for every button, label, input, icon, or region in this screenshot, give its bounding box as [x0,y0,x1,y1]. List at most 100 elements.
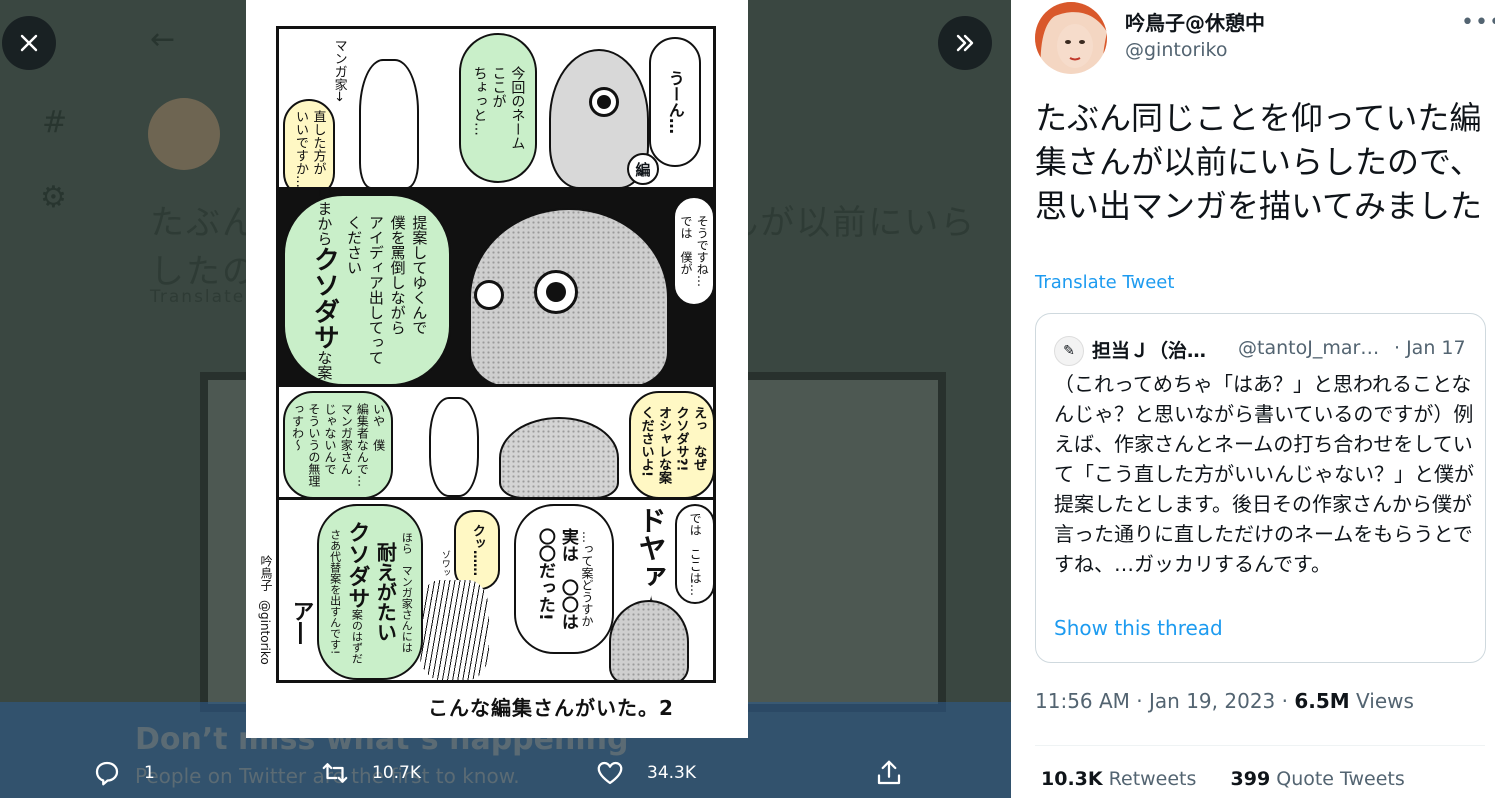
rabbit-artist-drawing [429,397,479,497]
speech-bubble: えっ なぜ クソダサ?! オシャレな案 くださいよ! [629,391,713,498]
speech-text: いや 僕 編集者なんで… マンガ家さん じゃないんで そういうの無理 っすわ～ [290,403,386,487]
retweet-count: 10.7K [372,763,421,783]
tweet-time[interactable]: 11:56 AM [1035,689,1130,713]
speech-bubble: 直した方が いいですか… [283,99,335,188]
retweet-button[interactable]: 10.7K [320,758,421,788]
credit-handle: @gintoriko [258,600,272,665]
owl-eye [534,270,578,314]
divider [1035,745,1485,746]
share-icon [877,760,901,785]
speech-text: ほら マンガ家さんには [400,531,414,653]
speech-text: 今回のネーム ここが ちょっと… [471,66,526,150]
quote-tweets-stat-label: Quote Tweets [1276,768,1405,790]
avatar-illustration [1035,2,1107,74]
quoted-avatar: ✎ [1054,336,1084,366]
speech-bubble-large: いまからクソダサな案を 提案してゆくんで 僕を罵倒しながら アイディア出してって… [283,190,451,384]
translate-tweet-link[interactable]: Translate Tweet [1035,272,1174,293]
speech-text: そうですね… では 僕が [679,215,710,287]
show-thread-link[interactable]: Show this thread [1054,616,1223,640]
reply-count: 1 [144,763,155,783]
retweets-stat[interactable]: 10.3K Retweets [1041,768,1196,790]
speech-text-emphasis: クソダサ [309,245,340,350]
media-viewer: # ⚙ ← たぶん同じことを仰っていた編集さんが以前にいらしたので Transl… [0,0,1011,798]
retweet-icon [322,763,348,783]
quote-tweets-stat[interactable]: 399 Quote Tweets [1231,768,1405,790]
owl-eye [589,87,619,117]
meta-separator: · [1136,689,1150,713]
speech-text-emphasis: クソダサ [344,520,370,609]
quoted-date: · Jan 17 [1394,337,1466,359]
display-name[interactable]: 吟鳥子@休憩中 [1125,7,1265,36]
views-count: 6.5M [1294,689,1350,713]
manga-image: うーん… 編 今回のネーム ここが ちょっと… マンガ家→ 直した方が いいです… [246,0,748,738]
speech-bubble: 実は 〇〇は 〇〇だった! …って案どうすか [514,504,614,654]
like-count: 34.3K [647,763,696,783]
shocked-artist-drawing [419,580,489,680]
meta-separator: · [1281,689,1295,713]
speech-bubble: クッ…… [454,510,500,590]
speech-text: 実は 〇〇は 〇〇だった! [534,528,578,630]
speech-text: クッ…… [469,524,485,576]
credit-name: 吟鳥子 [259,555,273,591]
reply-icon [95,761,119,786]
manga-caption: こんな編集さんがいた。2 [428,696,674,720]
speech-text: えっ なぜ クソダサ?! オシャレな案 くださいよ! [638,406,707,484]
speech-bubble: 今回のネーム ここが ちょっと… [459,33,537,183]
owl-eye [474,280,504,310]
speech-bubble: うーん… [649,37,701,167]
tweet-text: たぶん同じことを仰っていた編集さんが以前にいらしたので、思い出マンガを描いてみま… [1035,99,1483,225]
speech-bubble-large: ほら マンガ家さんには 耐えがたい クソダサ案のはずだ さあ代替案を出すんです! [317,504,423,680]
quote-tweets-stat-count: 399 [1230,768,1271,790]
gear-icon: ⚙ [40,180,67,215]
more-icon: ••• [1461,10,1495,35]
mangaka-label: マンガ家→ [331,39,347,102]
retweets-stat-count: 10.3K [1041,768,1103,790]
manga-panel-2: そうですね… では 僕が いまからクソダサな案を 提案してゆくんで 僕を罵倒しな… [276,187,716,387]
editor-badge: 編 [627,153,659,185]
user-handle[interactable]: @gintoriko [1125,39,1228,61]
tweet-date[interactable]: Jan 19, 2023 [1149,689,1275,713]
speech-text: クソダサ案のはずだ [342,521,372,664]
rabbit-artist-drawing [359,59,419,188]
close-button[interactable] [2,16,56,70]
quoted-avatar-icon: ✎ [1063,343,1075,359]
reply-button[interactable]: 1 [92,758,155,788]
double-chevron-right-icon [956,34,974,52]
quoted-handle: @tantoJ_mar… [1238,337,1380,359]
sound-effect: ゾワッ [439,550,450,577]
quoted-text: （これってめちゃ「はあ？」と思われることなんじゃ？と思いながら書いているのですが… [1054,372,1474,576]
more-options-button[interactable]: ••• [1461,10,1495,35]
speech-text: 直した方が いいですか… [293,110,326,188]
speech-text: 耐えがたい [373,542,398,642]
manga-panel-4: では ここは… ドヤァ✧ 実は 〇〇は 〇〇だった! …って案どうすか クッ……… [276,497,716,683]
views-label: Views [1356,689,1414,713]
speech-text: 提案してゆくんで 僕を罵倒しながら アイディア出してって ください [345,215,429,365]
tweet-stats: 10.3K Retweets 399 Quote Tweets [1041,768,1405,790]
background-avatar [148,98,220,170]
speech-bubble: では ここは… [675,504,713,604]
speech-text: うーん… [665,70,685,134]
back-arrow-icon: ← [150,22,176,57]
expand-panel-button[interactable] [938,16,992,70]
avatar[interactable] [1035,2,1107,74]
share-button[interactable] [874,758,926,788]
speech-text: では ここは… [688,512,703,596]
retweets-stat-label: Retweets [1108,768,1197,790]
speech-text-pre: いまから [315,187,334,246]
manga-panel-1: うーん… 編 今回のネーム ここが ちょっと… マンガ家→ 直した方が いいです… [276,26,716,191]
speech-text-post: な案を [315,349,334,387]
speech-bubble: そうですね… では 僕が [673,196,713,306]
heart-icon [597,761,623,785]
speech-text: さあ代替案を出すんです! [328,529,342,655]
quoted-tweet[interactable]: ✎ 担当Ｊ（治… @tantoJ_mar… · Jan 17 （これってめちゃ「… [1035,313,1486,663]
tweet-meta: 11:56 AM · Jan 19, 2023 · 6.5M Views [1035,689,1414,713]
speech-text: …って案どうすか [580,531,595,627]
close-icon [20,34,38,52]
speech-text: いまからクソダサな案を [305,187,343,387]
owl-editor-drawing [609,600,689,680]
like-button[interactable]: 34.3K [595,758,696,788]
owl-editor-drawing [499,417,619,498]
hashtag-icon: # [42,105,68,140]
sound-effect: ア― [288,600,314,644]
speech-text-post: 案のはずだ [350,608,364,664]
